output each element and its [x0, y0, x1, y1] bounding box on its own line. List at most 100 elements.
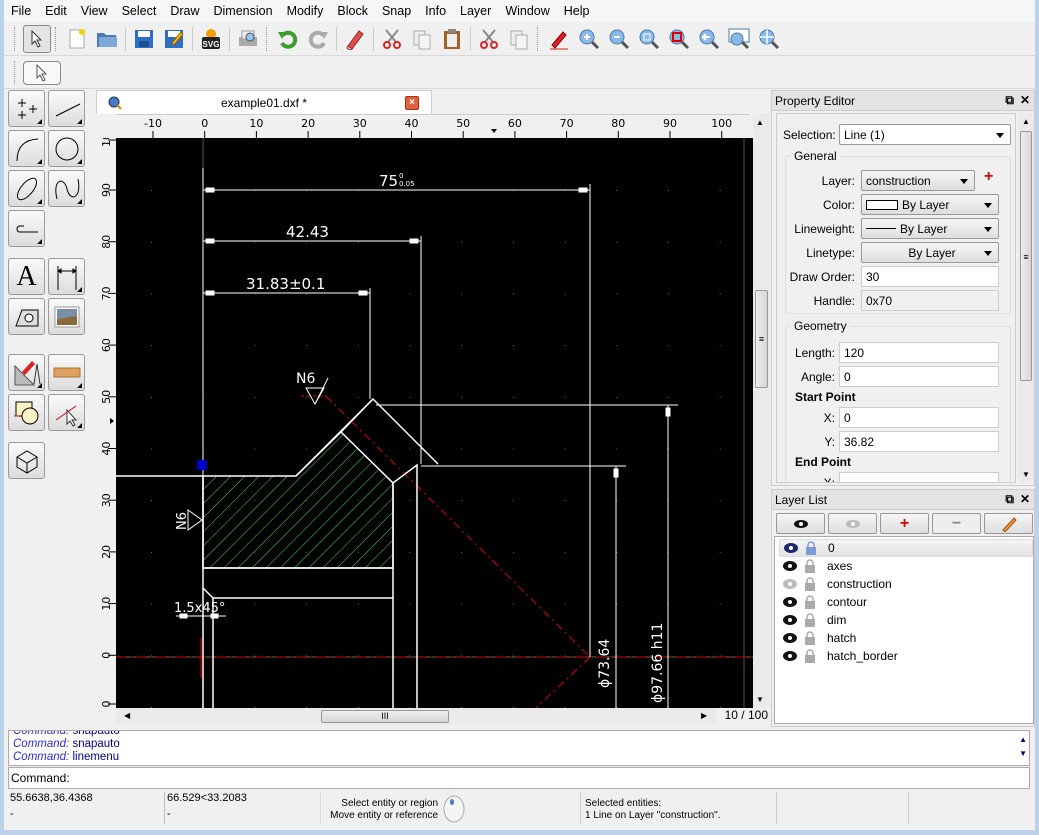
command-input[interactable] — [73, 770, 1029, 786]
snap-tool-button[interactable] — [48, 394, 85, 431]
eye-icon[interactable] — [781, 578, 799, 590]
history-scrollbar[interactable]: ▲ ▼ — [1015, 733, 1027, 761]
menu-window[interactable]: Window — [498, 4, 556, 18]
add-layer-button[interactable]: + — [880, 513, 929, 534]
open-button[interactable] — [93, 25, 121, 53]
menu-layer[interactable]: Layer — [453, 4, 498, 18]
copy-button[interactable] — [408, 25, 436, 53]
vertical-scrollbar[interactable]: ▲ ≡ ▼ — [753, 114, 770, 708]
menu-edit[interactable]: Edit — [38, 4, 74, 18]
zoom-auto-button[interactable] — [635, 25, 663, 53]
layer-row-0[interactable]: 0 — [779, 539, 1033, 557]
layer-row-construction[interactable]: construction — [779, 575, 1033, 593]
property-scrollbar[interactable]: ▲ ≡ ▼ — [1018, 113, 1034, 483]
block-tool-button[interactable] — [8, 442, 45, 479]
menu-block[interactable]: Block — [330, 4, 375, 18]
start-y-field[interactable]: 36.82 — [839, 431, 999, 452]
document-tab[interactable]: example01.dxf * × — [96, 90, 432, 114]
ellipse-tool-button[interactable] — [8, 170, 45, 207]
selection-combo[interactable]: Line (1) — [839, 124, 1011, 145]
eye-icon[interactable] — [781, 596, 799, 608]
image-tool-button[interactable] — [48, 298, 85, 335]
menu-select[interactable]: Select — [115, 4, 164, 18]
export-svg-button[interactable]: SVG — [197, 25, 225, 53]
cut-reference-button[interactable] — [475, 25, 503, 53]
layer-row-hatch_border[interactable]: hatch_border — [779, 647, 1033, 665]
construction-tool-button[interactable] — [8, 354, 45, 391]
select-button[interactable] — [23, 24, 51, 53]
eye-icon[interactable] — [781, 560, 799, 572]
toolbar-grip[interactable] — [14, 60, 18, 85]
command-line[interactable]: Command: — [8, 767, 1030, 789]
text-tool-button[interactable]: A — [8, 258, 45, 295]
layer-row-dim[interactable]: dim — [779, 611, 1033, 629]
hatch-region[interactable] — [202, 430, 394, 569]
pan-button[interactable] — [755, 25, 783, 53]
zoom-selection-button[interactable] — [725, 25, 753, 53]
new-file-button[interactable] — [63, 25, 91, 53]
vertical-scroll-thumb[interactable]: ≡ — [755, 290, 768, 388]
layer-row-contour[interactable]: contour — [779, 593, 1033, 611]
modify-tool-button[interactable] — [8, 394, 45, 431]
menu-info[interactable]: Info — [418, 4, 453, 18]
edit-layer-button[interactable] — [984, 513, 1033, 534]
erase-button[interactable] — [341, 25, 369, 53]
hatch-tool-button[interactable] — [8, 298, 45, 335]
menu-help[interactable]: Help — [557, 4, 597, 18]
lineweight-combo[interactable]: By Layer — [861, 218, 999, 239]
cut-button[interactable] — [378, 25, 406, 53]
select-mode-button[interactable] — [23, 60, 61, 85]
zoom-window-button[interactable] — [665, 25, 693, 53]
scroll-right-arrow[interactable]: ▶ — [701, 711, 707, 720]
arc-tool-button[interactable] — [8, 130, 45, 167]
menu-snap[interactable]: Snap — [375, 4, 418, 18]
lock-icon[interactable] — [803, 577, 817, 591]
horizontal-scroll-thumb[interactable]: III — [321, 710, 449, 723]
dimension-tool-button[interactable] — [48, 258, 85, 295]
drawing-canvas[interactable]: 75 0 0.05 42.43 31.83±0.1 N6 1.5x45° ϕ73… — [116, 138, 753, 708]
points-tool-button[interactable] — [8, 90, 45, 127]
eye-icon[interactable] — [781, 650, 799, 662]
layer-combo[interactable]: construction — [861, 170, 975, 191]
lock-icon[interactable] — [803, 649, 817, 663]
menu-modify[interactable]: Modify — [280, 4, 331, 18]
start-x-field[interactable]: 0 — [839, 407, 999, 428]
eye-icon[interactable] — [781, 632, 799, 644]
horizontal-scrollbar[interactable]: ◀ III ▶ — [116, 708, 716, 725]
paste-button[interactable] — [438, 25, 466, 53]
save-button[interactable] — [130, 25, 158, 53]
spline-tool-button[interactable] — [48, 170, 85, 207]
close-tab-button[interactable]: × — [405, 96, 419, 110]
scroll-left-arrow[interactable]: ◀ — [124, 711, 130, 720]
lock-icon[interactable] — [804, 541, 818, 555]
scroll-down-arrow[interactable]: ▼ — [756, 695, 764, 704]
show-all-layers-button[interactable] — [776, 513, 825, 534]
lock-icon[interactable] — [803, 559, 817, 573]
lock-icon[interactable] — [803, 613, 817, 627]
remove-layer-button[interactable]: − — [932, 513, 981, 534]
selection-grip[interactable] — [197, 460, 207, 470]
menu-file[interactable]: File — [4, 4, 38, 18]
menu-view[interactable]: View — [74, 4, 115, 18]
menu-draw[interactable]: Draw — [163, 4, 206, 18]
circle-tool-button[interactable] — [48, 130, 85, 167]
color-combo[interactable]: By Layer — [861, 194, 999, 215]
draw-order-field[interactable]: 30 — [861, 266, 999, 287]
scroll-down-arrow[interactable]: ▼ — [1022, 470, 1030, 479]
polyline-tool-button[interactable] — [8, 210, 45, 247]
layer-row-hatch[interactable]: hatch — [779, 629, 1033, 647]
save-as-button[interactable] — [160, 25, 188, 53]
line-tool-button[interactable] — [48, 90, 85, 127]
add-layer-icon[interactable]: + — [984, 168, 993, 186]
end-x-field[interactable]: 120 — [839, 472, 999, 482]
hide-all-layers-button[interactable] — [828, 513, 877, 534]
linetype-combo[interactable]: By Layer — [861, 242, 999, 263]
undo-button[interactable] — [274, 25, 302, 53]
zoom-in-button[interactable] — [575, 25, 603, 53]
redo-button[interactable] — [304, 25, 332, 53]
lock-icon[interactable] — [803, 631, 817, 645]
print-preview-button[interactable] — [234, 25, 262, 53]
angle-field[interactable]: 0 — [839, 366, 999, 387]
layer-row-axes[interactable]: axes — [779, 557, 1033, 575]
eye-icon[interactable] — [781, 614, 799, 626]
